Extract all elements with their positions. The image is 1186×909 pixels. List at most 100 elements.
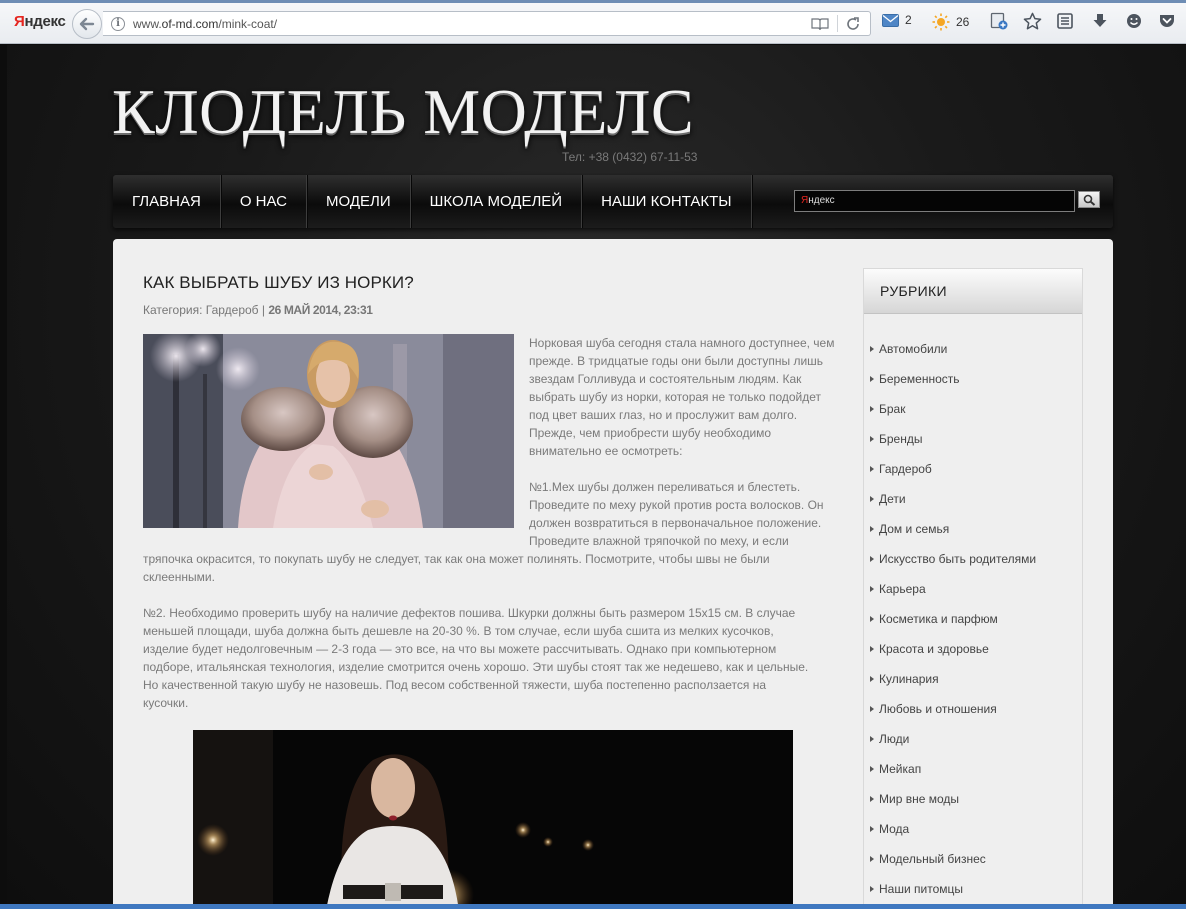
category-label: Наши питомцы: [879, 882, 963, 896]
smile-icon[interactable]: [1125, 12, 1143, 30]
category-label: Бренды: [879, 432, 923, 446]
category-item[interactable]: Красота и здоровье: [864, 634, 1082, 664]
article-category[interactable]: Категория: Гардероб |: [143, 303, 268, 317]
site-search-input[interactable]: Яндекс: [794, 190, 1075, 212]
category-item[interactable]: Любовь и отношения: [864, 694, 1082, 724]
search-icon: [1083, 194, 1096, 206]
triangle-right-icon: [870, 346, 874, 352]
back-button[interactable]: [72, 9, 102, 39]
triangle-right-icon: [870, 796, 874, 802]
triangle-right-icon: [870, 376, 874, 382]
triangle-right-icon: [870, 556, 874, 562]
category-item[interactable]: Брак: [864, 394, 1082, 424]
sun-icon: [932, 13, 950, 31]
window-edge: [0, 0, 1186, 3]
browser-brand-logo[interactable]: Яндекс: [14, 13, 66, 30]
address-bar-divider: [837, 15, 838, 32]
weather-widget[interactable]: 26: [932, 13, 969, 31]
url-path: /mink-coat/: [218, 17, 278, 31]
reader-mode-icon[interactable]: [811, 16, 829, 32]
notes-icon[interactable]: [1056, 12, 1074, 30]
article-date: 26 МАЙ 2014, 23:31: [268, 303, 373, 317]
category-label: Мода: [879, 822, 910, 836]
night-fur-photo-illustration: [193, 730, 793, 909]
category-item[interactable]: Гардероб: [864, 454, 1082, 484]
triangle-right-icon: [870, 856, 874, 862]
info-icon[interactable]: i: [111, 17, 125, 31]
category-label: Брак: [879, 402, 906, 416]
nav-item-contacts[interactable]: НАШИ КОНТАКТЫ: [582, 175, 752, 228]
url-text[interactable]: www.of-md.com/mink-coat/: [133, 17, 277, 31]
article-title[interactable]: КАК ВЫБРАТЬ ШУБУ ИЗ НОРКИ?: [143, 273, 414, 293]
category-item[interactable]: Бренды: [864, 424, 1082, 454]
main-navigation: ГЛАВНАЯ О НАС МОДЕЛИ ШКОЛА МОДЕЛЕЙ НАШИ …: [113, 175, 1113, 228]
nav-item-about[interactable]: О НАС: [221, 175, 307, 228]
brand-rest: ндекс: [24, 13, 66, 30]
category-label: Мейкап: [879, 762, 922, 776]
mail-icon: [882, 13, 899, 27]
web-page: КЛОДЕЛЬ МОДЕЛС Тел: +38 (0432) 67-11-53 …: [7, 45, 1186, 909]
categories-sidebar: РУБРИКИ Автомобили Беременность Брак Бре…: [863, 268, 1083, 909]
weather-temp: 26: [956, 15, 970, 29]
category-label: Автомобили: [879, 342, 948, 356]
nav-item-models[interactable]: МОДЕЛИ: [307, 175, 411, 228]
category-item[interactable]: Люди: [864, 724, 1082, 754]
category-label: Дети: [879, 492, 906, 506]
search-brand-rest: ндекс: [808, 195, 835, 206]
category-item[interactable]: Дети: [864, 484, 1082, 514]
category-label: Модельный бизнес: [879, 852, 986, 866]
nav-list: ГЛАВНАЯ О НАС МОДЕЛИ ШКОЛА МОДЕЛЕЙ НАШИ …: [113, 175, 752, 228]
brand-first-letter: Я: [14, 13, 25, 30]
category-item[interactable]: Модельный бизнес: [864, 844, 1082, 874]
category-item[interactable]: Дом и семья: [864, 514, 1082, 544]
category-label: Красота и здоровье: [879, 642, 989, 656]
article-meta: Категория: Гардероб | 26 МАЙ 2014, 23:31: [143, 303, 373, 317]
download-icon[interactable]: [1091, 12, 1109, 30]
triangle-right-icon: [870, 646, 874, 652]
nav-item-home[interactable]: ГЛАВНАЯ: [113, 175, 221, 228]
category-label: Кулинария: [879, 672, 939, 686]
mail-widget[interactable]: 2: [882, 13, 912, 27]
category-label: Дом и семья: [879, 522, 950, 536]
site-title[interactable]: КЛОДЕЛЬ МОДЕЛС: [112, 75, 694, 149]
fur-coat-photo-illustration: [143, 334, 514, 528]
category-item[interactable]: Мир вне моды: [864, 784, 1082, 814]
triangle-right-icon: [870, 496, 874, 502]
taskbar-edge: [0, 904, 1186, 909]
category-item[interactable]: Косметика и парфюм: [864, 604, 1082, 634]
category-item[interactable]: Карьера: [864, 574, 1082, 604]
category-item[interactable]: Мода: [864, 814, 1082, 844]
address-bar[interactable]: i www.of-md.com/mink-coat/: [103, 11, 871, 36]
triangle-right-icon: [870, 586, 874, 592]
article-photo-night-fur: [193, 730, 793, 909]
mail-count: 2: [905, 13, 912, 27]
triangle-right-icon: [870, 616, 874, 622]
browser-toolbar: Яндекс i www.of-md.com/mink-coat/ 2 26: [0, 0, 1186, 44]
category-item[interactable]: Мейкап: [864, 754, 1082, 784]
category-label: Карьера: [879, 582, 926, 596]
article-paragraph-2-continued: тряпочка окрасится, то покупать шубу не …: [143, 552, 770, 584]
triangle-right-icon: [870, 466, 874, 472]
reload-icon[interactable]: [845, 16, 861, 32]
category-item[interactable]: Наши питомцы: [864, 874, 1082, 904]
category-item[interactable]: Беременность: [864, 364, 1082, 394]
site-search-button[interactable]: [1078, 191, 1100, 208]
category-label: Мир вне моды: [879, 792, 960, 806]
category-item[interactable]: Искусство быть родителями: [864, 544, 1082, 574]
triangle-right-icon: [870, 706, 874, 712]
site-phone: Тел: +38 (0432) 67-11-53: [562, 150, 698, 164]
url-domain: of-md.com: [161, 17, 219, 31]
category-label: Люди: [879, 732, 910, 746]
article-paragraph-1: Норковая шуба сегодня стала намного дост…: [529, 336, 835, 458]
pocket-icon[interactable]: [1158, 12, 1176, 30]
category-list: Автомобили Беременность Брак Бренды Гард…: [864, 334, 1082, 904]
star-icon[interactable]: [1023, 12, 1042, 31]
category-label: Гардероб: [879, 462, 932, 476]
nav-item-model-school[interactable]: ШКОЛА МОДЕЛЕЙ: [411, 175, 583, 228]
triangle-right-icon: [870, 436, 874, 442]
category-label: Любовь и отношения: [879, 702, 997, 716]
category-item[interactable]: Кулинария: [864, 664, 1082, 694]
category-item[interactable]: Автомобили: [864, 334, 1082, 364]
bookmark-page-icon[interactable]: [990, 12, 1008, 30]
category-label: Искусство быть родителями: [879, 552, 1037, 566]
